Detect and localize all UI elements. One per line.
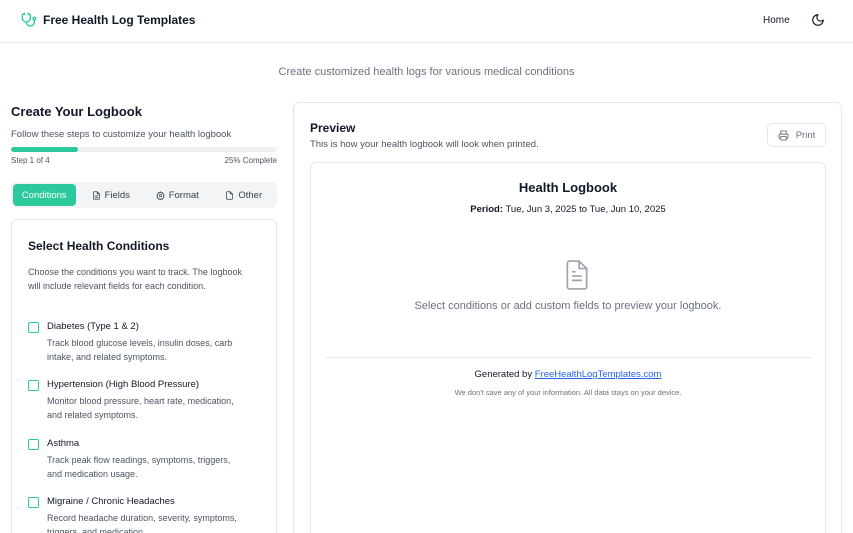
privacy-note: We don't save any of your information. A… <box>454 388 682 397</box>
condition-name: Hypertension (High Blood Pressure) <box>47 379 200 390</box>
tab-conditions[interactable]: Conditions <box>13 184 76 206</box>
top-header: Free Health Log Templates Home <box>0 0 853 43</box>
progress-fill <box>11 147 78 152</box>
preview-panel: Preview This is how your health logbook … <box>293 102 842 533</box>
file-icon <box>92 190 100 200</box>
nav-home-link[interactable]: Home <box>763 15 790 26</box>
condition-desc: Record headache duration, severity, symp… <box>47 513 237 533</box>
moon-icon[interactable] <box>811 13 825 27</box>
preview-title: Preview <box>310 121 356 135</box>
tab-other[interactable]: Other <box>213 184 276 206</box>
gear-icon <box>156 190 165 200</box>
generated-by: Generated by FreeHealthLogTemplates.com <box>311 369 825 380</box>
empty-message: Select conditions or add custom fields t… <box>414 300 722 312</box>
divider <box>326 357 811 358</box>
conditions-description: Choose the conditions you want to track.… <box>28 267 242 291</box>
logbook-title: Health Logbook <box>518 180 618 195</box>
condition-name: Migraine / Chronic Headaches <box>47 496 175 507</box>
tab-label: Other <box>238 189 263 201</box>
step-row: Step 1 of 4 25% Complete <box>11 156 277 165</box>
condition-desc: Track blood glucose levels, insulin dose… <box>47 338 233 362</box>
builder-title: Create Your Logbook <box>11 104 142 119</box>
conditions-card: Select Health Conditions Choose the cond… <box>11 219 277 533</box>
site-link[interactable]: FreeHealthLogTemplates.com <box>535 369 662 380</box>
printer-icon <box>778 129 789 141</box>
logbook-preview: Health Logbook Period: Tue, Jun 3, 2025 … <box>310 162 826 533</box>
page-subtitle: Create customized health logs for variou… <box>278 66 575 78</box>
brand-link[interactable]: Free Health Log Templates <box>21 12 195 28</box>
complete-label: 25% Complete <box>224 156 277 165</box>
condition-checkbox[interactable] <box>28 439 39 450</box>
builder-description: Follow these steps to customize your hea… <box>11 129 232 140</box>
logbook-period: Period: Tue, Jun 3, 2025 to Tue, Jun 10,… <box>311 204 825 215</box>
print-label: Print <box>795 129 816 141</box>
logbook-builder: Create Your Logbook Follow these steps t… <box>11 104 277 533</box>
condition-checkbox[interactable] <box>28 380 39 391</box>
document-icon <box>566 260 588 290</box>
condition-desc: Monitor blood pressure, heart rate, medi… <box>47 396 234 420</box>
brand-title: Free Health Log Templates <box>43 13 196 27</box>
period-value: Tue, Jun 3, 2025 to Tue, Jun 10, 2025 <box>505 204 666 215</box>
step-label: Step 1 of 4 <box>11 156 50 165</box>
print-button[interactable]: Print <box>767 123 826 147</box>
tab-label: Fields <box>104 189 130 201</box>
generated-by-text: Generated by <box>474 369 533 380</box>
condition-name: Asthma <box>47 438 80 449</box>
tab-label: Conditions <box>21 189 67 201</box>
builder-tabs: Conditions Fields Format Other <box>11 182 277 208</box>
condition-checkbox[interactable] <box>28 497 39 508</box>
document-icon <box>226 190 234 200</box>
stethoscope-icon <box>21 12 37 27</box>
progress-bar <box>11 147 277 152</box>
period-label: Period: <box>470 204 504 215</box>
tab-format[interactable]: Format <box>146 184 209 206</box>
condition-desc: Track peak flow readings, symptoms, trig… <box>47 455 231 479</box>
conditions-title: Select Health Conditions <box>28 239 170 253</box>
tab-label: Format <box>168 189 199 201</box>
condition-checkbox[interactable] <box>28 322 39 333</box>
preview-description: This is how your health logbook will loo… <box>310 139 539 150</box>
condition-name: Diabetes (Type 1 & 2) <box>47 321 139 332</box>
tab-fields[interactable]: Fields <box>80 184 143 206</box>
